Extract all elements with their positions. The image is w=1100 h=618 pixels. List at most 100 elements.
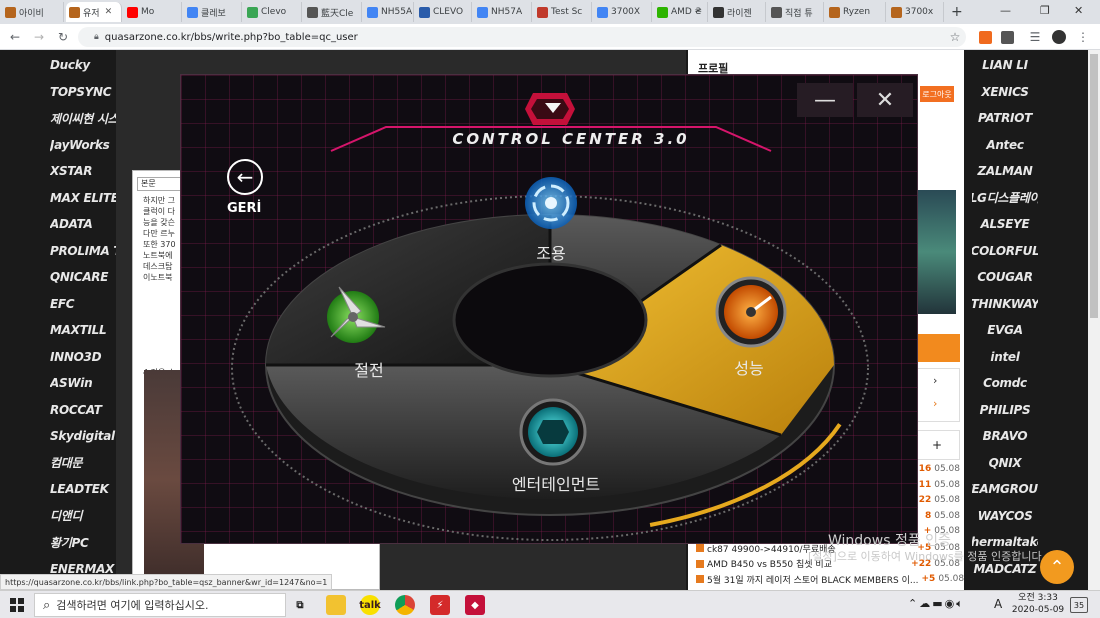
sponsor-logo[interactable]: TEAMGROUP [972,478,1038,500]
mode-power-saving-label[interactable]: 절전 [339,357,399,381]
chevron-right-icon[interactable]: › [933,374,937,387]
editor-font-select[interactable]: 본문 [137,177,181,191]
quiet-fan-icon[interactable] [525,177,577,229]
file-explorer-icon[interactable] [326,595,346,615]
scrollbar-thumb[interactable] [1090,54,1098,318]
sponsor-logo[interactable]: PROLIMA TECH [50,240,116,262]
task-view-icon[interactable]: ⧉ [290,595,310,615]
sponsor-logo[interactable]: ADATA [50,213,116,235]
browser-tab[interactable]: NH57A [474,2,532,22]
sponsor-logo[interactable]: COUGAR [972,266,1038,288]
scroll-top-button[interactable]: ⌃ [1040,550,1074,584]
profile-avatar-icon[interactable] [1052,30,1066,44]
sponsor-logo[interactable]: LEADTEK [50,478,116,500]
sponsor-logo[interactable]: TOPSYNC [50,81,116,103]
browser-tab[interactable]: 3700X [594,2,652,22]
close-button[interactable]: ✕ [857,83,913,117]
sponsor-logo[interactable]: ZALMAN [972,160,1038,182]
sponsor-logo[interactable]: MAX ELITE [50,187,116,209]
bookmark-star-icon[interactable]: ☆ [946,28,964,46]
sponsor-logo[interactable]: Skydigital [50,425,116,447]
add-button[interactable]: + [914,430,960,460]
extension-icon[interactable] [978,30,992,44]
extension-icon[interactable] [1000,30,1014,44]
sponsor-logo[interactable]: LIAN LI [972,54,1038,76]
sponsor-logo[interactable]: XENICS [972,81,1038,103]
sponsor-logo[interactable]: 디앤디 [50,505,116,527]
close-window-icon[interactable]: ✕ [1074,4,1083,17]
notification-badge[interactable]: 35 [1070,597,1088,613]
back-label[interactable]: GERİ [227,201,261,216]
sponsor-logo[interactable]: WAYCOS [972,505,1038,527]
sponsor-logo[interactable]: ALSEYE [972,213,1038,235]
mode-performance-label[interactable]: 성능 [719,355,779,379]
sponsor-logo[interactable]: LG디스플레이 [972,187,1038,209]
sponsor-logo[interactable]: 컴대문 [50,452,116,474]
entertainment-shutter-icon[interactable] [519,398,587,466]
sponsor-logo[interactable]: XSTAR [50,160,116,182]
kakaotalk-icon[interactable]: talk [359,595,381,615]
browser-tab[interactable]: NH55A [364,2,414,22]
sponsor-logo[interactable]: Ducky [50,54,116,76]
sponsor-logo[interactable]: QNICARE [50,266,116,288]
sponsor-logo[interactable]: intel [972,346,1038,368]
browser-tab[interactable]: CLEVO [416,2,472,22]
browser-tab[interactable]: 라이젠 [710,2,766,22]
sponsor-logo[interactable]: MAXTILL [50,319,116,341]
system-tray-icons[interactable]: ⌃☁▬◉🔈︎ [908,597,965,611]
browser-tab[interactable]: 직접 튜 [768,2,824,22]
sponsor-logo[interactable]: COLORFUL [972,240,1038,262]
performance-gauge-icon[interactable] [715,276,787,348]
forward-arrow-icon[interactable]: → [30,28,48,46]
browser-tab[interactable]: 3700x [888,2,944,22]
sidebar-banner[interactable] [916,190,956,314]
sponsor-logo[interactable]: THINKWAY [972,293,1038,315]
browser-tab[interactable]: Clevo [244,2,302,22]
app-bolt-icon[interactable]: ⚡ [430,595,450,615]
browser-tab[interactable]: AMD ₴ [654,2,708,22]
sponsor-logo[interactable]: QNIX [972,452,1038,474]
sponsor-logo[interactable]: JayWorks [50,134,116,156]
sponsor-logo[interactable]: INNO3D [50,346,116,368]
sponsor-logo[interactable]: EFC [50,293,116,315]
new-tab-button[interactable]: + [948,2,968,22]
sponsor-logo[interactable]: 제이씨현 시스템㈜ [50,107,116,129]
close-tab-icon[interactable]: ✕ [105,7,113,17]
browser-tab[interactable]: 유저 ✕ [66,2,122,22]
chevron-right-icon[interactable]: › [933,397,937,410]
restore-window-icon[interactable]: ❐ [1040,4,1050,17]
browser-tab[interactable]: 아이비 [2,2,64,22]
logout-button[interactable]: 로그아웃 [920,86,954,102]
sponsor-logo[interactable]: ROCCAT [50,399,116,421]
chrome-icon[interactable] [395,595,415,615]
control-center-app-icon[interactable]: ◆ [465,595,485,615]
browser-tab[interactable]: 藍天Cle [304,2,362,22]
menu-icon[interactable]: ⋮ [1074,28,1092,46]
sponsor-logo[interactable]: BRAVO [972,425,1038,447]
browser-tab[interactable]: Ryzen [826,2,886,22]
hot-post-row[interactable]: 5월 31일 까지 레이저 스토어 BLACK MEMBERS 이... +5 05… [696,573,964,586]
sponsor-logo[interactable]: PATRIOT [972,107,1038,129]
reading-list-icon[interactable]: ☰ [1026,28,1044,46]
back-arrow-icon[interactable]: ← [6,28,24,46]
ime-indicator[interactable]: A [994,597,1002,611]
taskbar-clock[interactable]: 오전 3:33 2020-05-09 [1010,592,1066,616]
address-bar[interactable]: 🔒︎ quasarzone.co.kr/bbs/write.php?bo_tab… [78,27,966,47]
windows-start-icon[interactable] [10,598,24,612]
browser-tab[interactable]: 클레보 [184,2,242,22]
sponsor-logo[interactable]: ASWin [50,372,116,394]
minimize-window-icon[interactable]: — [1000,4,1011,17]
browser-tab[interactable]: Test Sc [534,2,592,22]
sponsor-logo[interactable]: EVGA [972,319,1038,341]
sponsor-logo[interactable]: Comdc [972,372,1038,394]
mode-entertainment-label[interactable]: 엔터테인먼트 [491,471,621,495]
browser-tab[interactable]: Mo [124,2,182,22]
reload-icon[interactable]: ↻ [54,28,72,46]
sponsor-logo[interactable]: Antec [972,134,1038,156]
mode-quiet-label[interactable]: 조용 [521,240,581,264]
taskbar-search-box[interactable]: ⌕ 검색하려면 여기에 입력하십시오. [34,593,286,617]
sponsor-logo[interactable]: PHILIPS [972,399,1038,421]
sponsor-logo[interactable]: 황기PC [50,531,116,553]
minimize-button[interactable]: — [797,83,853,117]
back-arrow-icon[interactable]: ← [227,159,263,195]
